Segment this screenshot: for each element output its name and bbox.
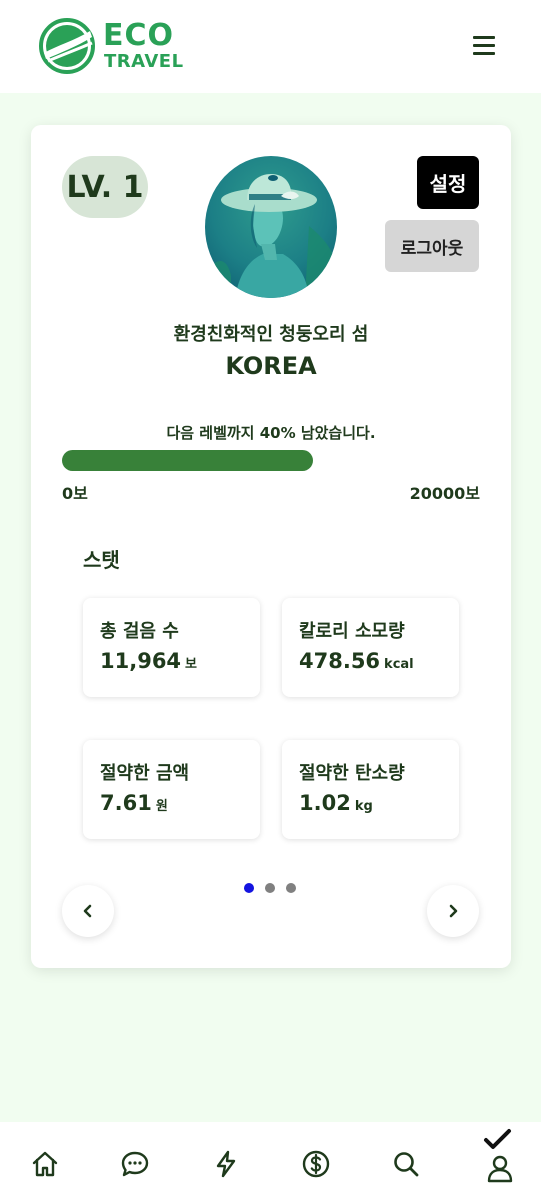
level-progress-fill [62, 450, 313, 471]
profile-card: LV. 1 설정 로그아웃 환경친화적인 청둥오리 섬 KOREA 다음 레벨까… [31, 125, 511, 968]
logo-text-eco: ECO [103, 18, 175, 53]
stat-unit: 원 [155, 799, 168, 814]
nav-rewards[interactable] [296, 1144, 336, 1184]
pagination-dot-active[interactable] [244, 883, 254, 893]
nav-search[interactable] [386, 1144, 426, 1184]
stat-label: 칼로리 소모량 [299, 621, 405, 642]
next-arrow-button[interactable] [427, 885, 479, 937]
dollar-icon [302, 1150, 330, 1178]
pagination-dot[interactable] [265, 883, 275, 893]
nav-home[interactable] [25, 1144, 65, 1184]
chat-icon [121, 1151, 149, 1177]
pagination-dot[interactable] [286, 883, 296, 893]
nav-chat[interactable] [115, 1144, 155, 1184]
stat-value: 1.02 kg [299, 791, 373, 815]
nav-profile[interactable] [477, 1126, 517, 1184]
chevron-left-icon [83, 904, 92, 918]
app-header: ECO TRAVEL [0, 0, 541, 93]
progress-max-label: 20000보 [409, 484, 480, 503]
logo-text-travel: TRAVEL [104, 51, 184, 72]
stat-value: 478.56 kcal [299, 649, 414, 673]
level-progress-bar [62, 450, 480, 471]
stat-value: 11,964 보 [100, 649, 198, 673]
stats-title: 스탯 [83, 548, 120, 572]
stat-card-steps[interactable]: 총 걸음 수 11,964 보 [83, 598, 260, 697]
stat-label: 절약한 탄소량 [299, 763, 405, 784]
user-country: KOREA [225, 352, 317, 380]
stat-label: 절약한 금액 [100, 763, 190, 784]
globe-logo-icon [39, 18, 95, 74]
stat-card-calories[interactable]: 칼로리 소모량 478.56 kcal [282, 598, 459, 697]
settings-button[interactable]: 설정 [417, 156, 479, 209]
level-progress-text: 다음 레벨까지 40% 남았습니다. [166, 424, 376, 442]
eco-travel-logo[interactable]: ECO TRAVEL [38, 17, 183, 75]
profile-check-icon [484, 1129, 513, 1183]
prev-arrow-button[interactable] [62, 885, 114, 937]
stat-unit: kg [354, 799, 373, 814]
nav-activity[interactable] [206, 1144, 246, 1184]
lightning-icon [216, 1150, 236, 1178]
search-icon [394, 1152, 419, 1177]
stat-card-money-saved[interactable]: 절약한 금액 7.61 원 [83, 740, 260, 839]
logout-button[interactable]: 로그아웃 [385, 220, 479, 272]
stat-label: 총 걸음 수 [100, 621, 179, 642]
bottom-navigation [0, 1122, 541, 1203]
progress-min-label: 0보 [62, 484, 88, 503]
home-icon [32, 1151, 58, 1177]
user-nickname: 환경친화적인 청둥오리 섬 [173, 324, 369, 345]
stat-card-carbon-saved[interactable]: 절약한 탄소량 1.02 kg [282, 740, 459, 839]
avatar [205, 156, 337, 298]
level-badge: LV. 1 [62, 156, 148, 218]
hamburger-menu-icon[interactable] [470, 32, 500, 58]
stat-unit: 보 [185, 657, 198, 672]
stat-value: 7.61 원 [100, 791, 168, 815]
avatar-illustration [205, 156, 337, 298]
stat-unit: kcal [384, 657, 414, 672]
chevron-right-icon [449, 904, 458, 918]
